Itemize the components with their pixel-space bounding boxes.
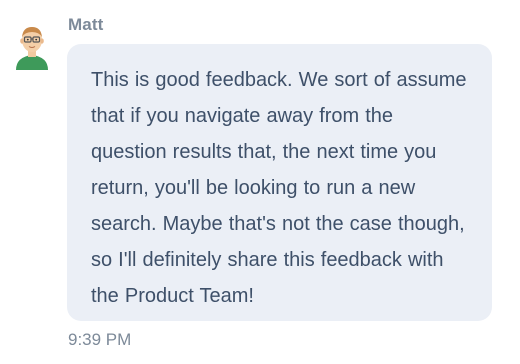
message-bubble: This is good feedback. We sort of assume… — [67, 44, 492, 321]
sender-name: Matt — [68, 15, 104, 34]
person-with-glasses-icon — [16, 27, 48, 70]
avatar[interactable] — [14, 24, 50, 70]
message-timestamp: 9:39 PM — [68, 330, 132, 349]
message-text: This is good feedback. We sort of assume… — [91, 69, 467, 307]
chat-message: Matt This is good feedback. We sort of a… — [0, 0, 520, 364]
